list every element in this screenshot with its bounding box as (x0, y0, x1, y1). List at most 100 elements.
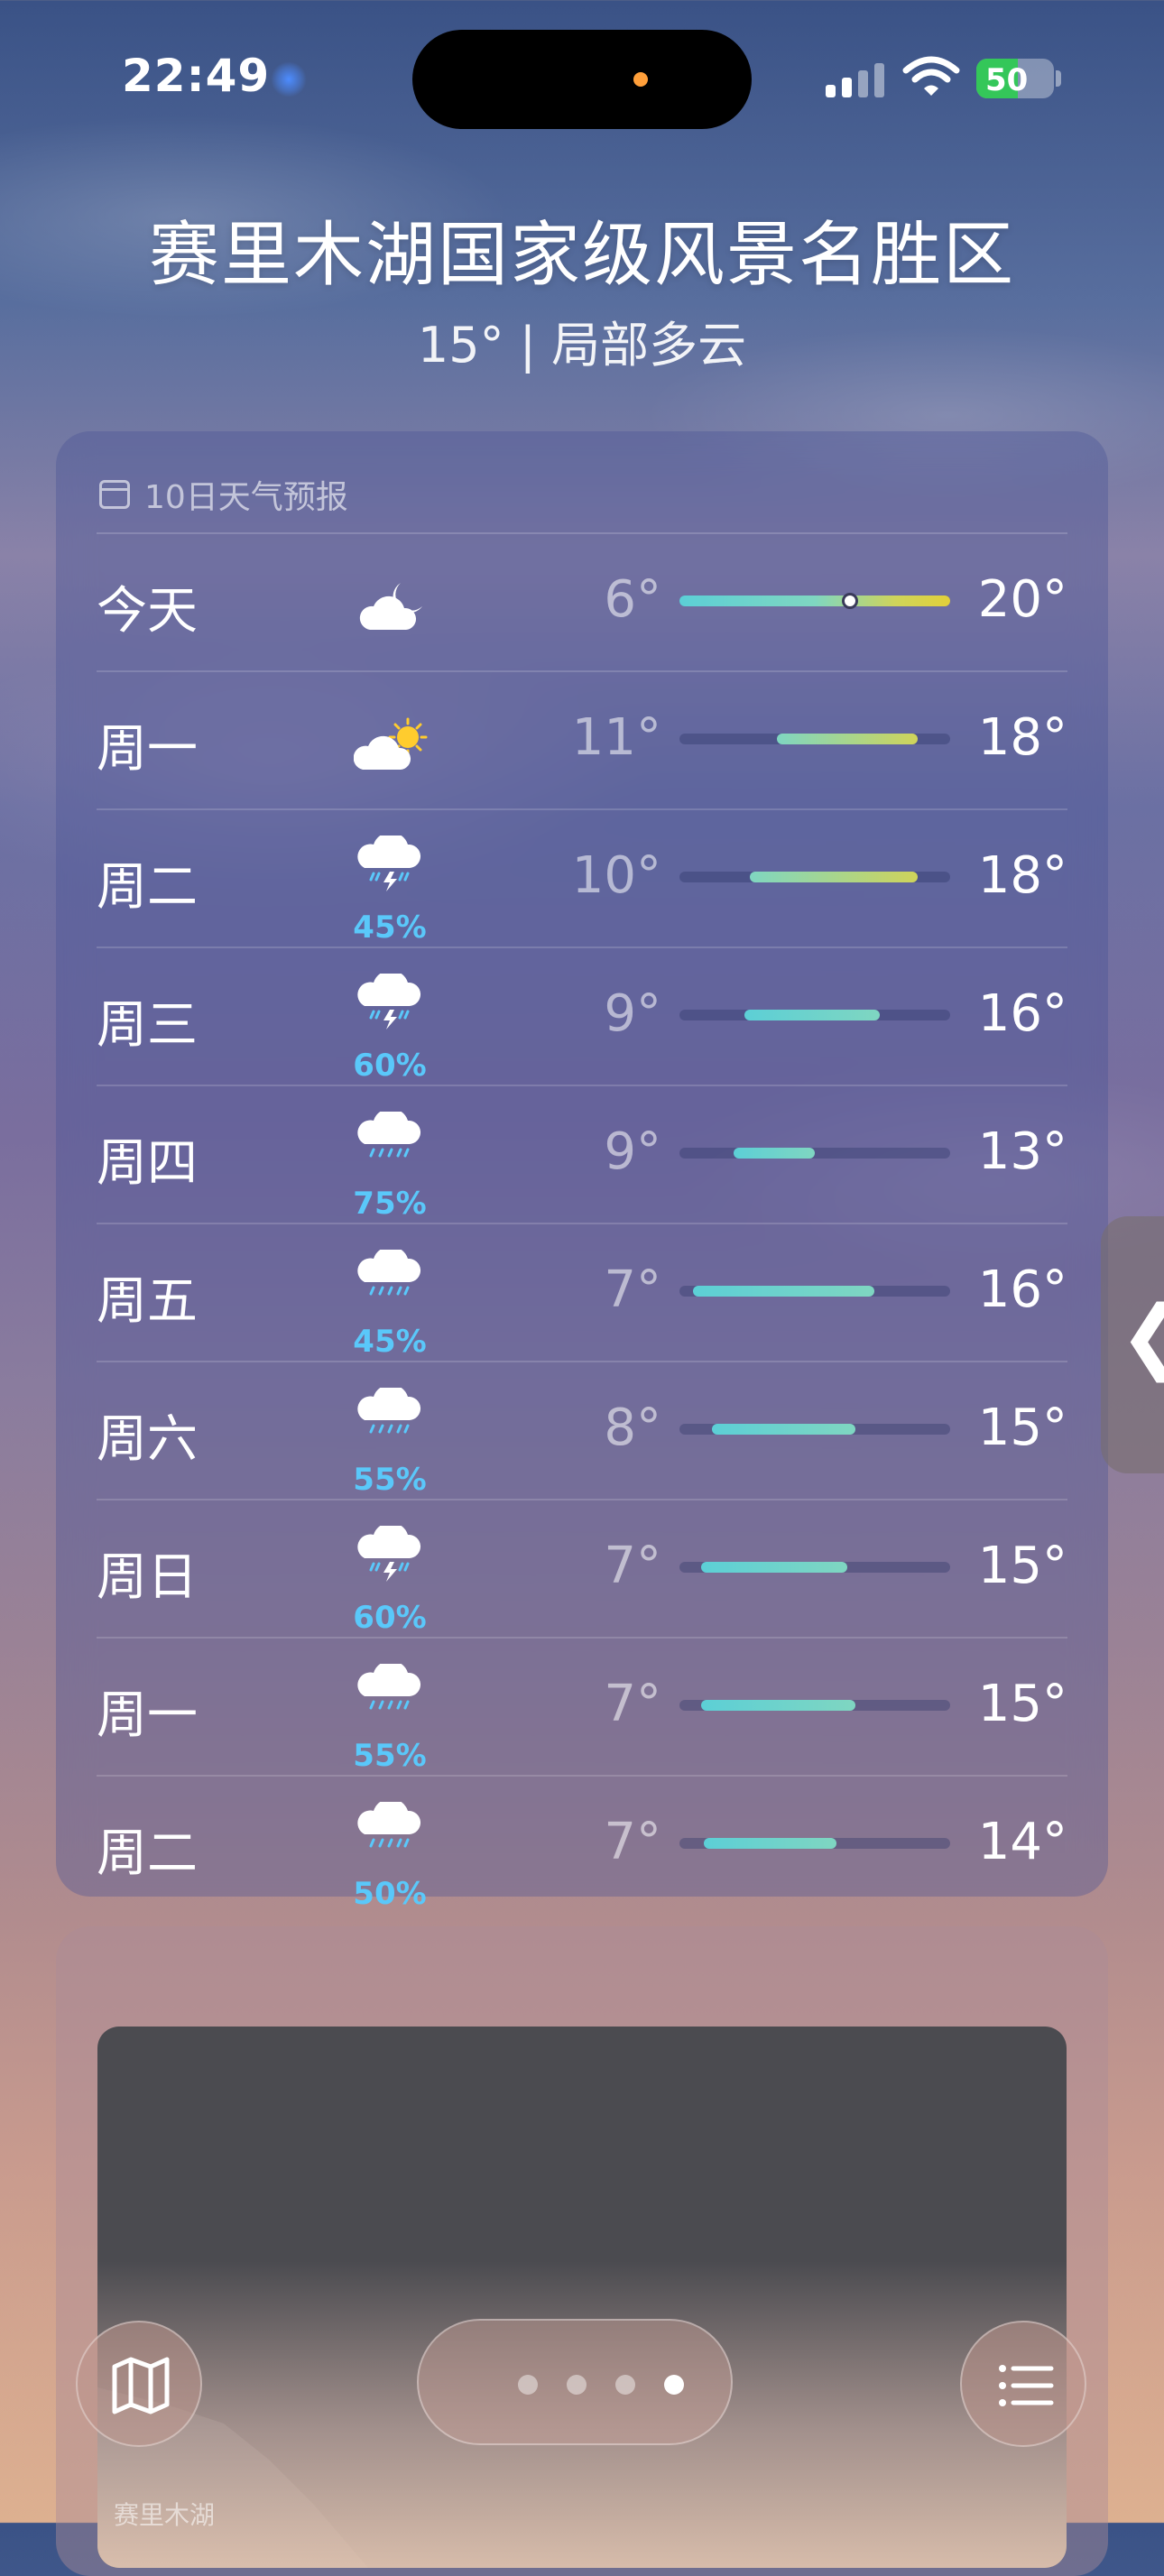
forecast-day: 周一 (97, 720, 198, 779)
temp-range-fill (744, 1010, 880, 1020)
map-preview[interactable]: 赛里木湖 (97, 2027, 1067, 2568)
high-temp: 20° (977, 570, 1067, 629)
temp-range-bar (679, 1838, 950, 1849)
forecast-day: 今天 (97, 582, 198, 641)
temp-range-bar (679, 1010, 950, 1020)
high-temp: 16° (977, 984, 1067, 1043)
low-temp: 6° (604, 570, 661, 629)
low-temp: 10° (571, 846, 661, 905)
side-drawer-handle[interactable]: ❮ (1101, 1216, 1164, 1473)
temp-range-bar (679, 872, 950, 882)
forecast-title: 10日天气预报 (144, 479, 348, 516)
temp-range-fill (701, 1562, 847, 1573)
forecast-header: 10日天气预报 (99, 458, 348, 531)
forecast-row[interactable]: 周一 11° 18° (97, 672, 1067, 810)
dynamic-island (412, 30, 752, 129)
forecast-row[interactable]: 周二 45% 10° 18° (97, 810, 1067, 948)
temp-range-fill (777, 734, 918, 744)
temp-range-bar (679, 734, 950, 744)
low-temp: 9° (604, 1122, 661, 1181)
forecast-row[interactable]: 周五 45% 7° 16° (97, 1224, 1067, 1362)
temp-range-bar (679, 1700, 950, 1711)
temp-range-fill (701, 1700, 855, 1711)
privacy-indicator-icon (633, 72, 648, 87)
wifi-icon (902, 56, 960, 96)
temp-range-fill (750, 872, 918, 882)
page-dot[interactable] (567, 2375, 587, 2395)
forecast-row[interactable]: 周六 55% 8° 15° (97, 1362, 1067, 1500)
precip-probability: 55% (353, 1462, 427, 1498)
rain-icon: 55% (331, 1657, 448, 1774)
list-icon (999, 2365, 1054, 2406)
forecast-day: 周二 (97, 858, 198, 917)
page-indicator[interactable] (417, 2319, 733, 2445)
battery-level: 50 (985, 62, 1029, 98)
high-temp: 15° (977, 1537, 1067, 1595)
temp-range-bar (679, 1286, 950, 1297)
low-temp: 9° (604, 984, 661, 1043)
temp-range-fill (734, 1148, 815, 1159)
location-title: 赛里木湖国家级风景名胜区 (148, 215, 1015, 296)
page-dot[interactable] (518, 2375, 538, 2395)
high-temp: 16° (977, 1260, 1067, 1319)
ten-day-forecast-card[interactable]: 10日天气预报 今天 6° 20° 周一 11° 18° 周二 45% 10° 18° 周三 60% 9… (56, 431, 1108, 1912)
thunderstorm-icon: 45% (331, 828, 448, 946)
current-temp-marker (842, 593, 858, 609)
status-bar: 22:49 50 (0, 0, 1164, 153)
rain-icon: 50% (331, 1795, 448, 1912)
battery-icon: 50 (976, 59, 1054, 98)
rain-icon: 45% (331, 1242, 448, 1360)
forecast-row[interactable]: 周日 60% 7° 15° (97, 1500, 1067, 1639)
precip-probability: 55% (353, 1738, 427, 1774)
high-temp: 14° (977, 1813, 1067, 1871)
forecast-day: 周五 (97, 1272, 198, 1331)
low-temp: 8° (604, 1399, 661, 1457)
forecast-day: 周四 (97, 1134, 198, 1193)
cellular-signal-icon (826, 61, 887, 97)
rain-icon: 55% (331, 1380, 448, 1498)
temp-range-fill (679, 596, 950, 606)
temp-range-bar (679, 1148, 950, 1159)
map-button[interactable] (76, 2321, 202, 2447)
forecast-day: 周一 (97, 1686, 198, 1745)
low-temp: 7° (604, 1813, 661, 1871)
status-time: 22:49 (122, 50, 271, 102)
thunderstorm-icon: 60% (331, 966, 448, 1084)
low-temp: 7° (604, 1537, 661, 1595)
current-summary: 15° | 局部多云 (417, 317, 747, 374)
cloud-sun-icon (331, 690, 448, 799)
high-temp: 15° (977, 1675, 1067, 1733)
forecast-day: 周二 (97, 1824, 198, 1883)
temp-range-bar (679, 1562, 950, 1573)
precip-probability: 50% (353, 1876, 427, 1912)
precip-probability: 45% (353, 909, 427, 946)
page-dot[interactable] (664, 2375, 684, 2395)
precip-probability: 60% (353, 1048, 427, 1084)
thunderstorm-icon: 60% (331, 1519, 448, 1636)
forecast-day: 周三 (97, 996, 198, 1055)
forecast-day: 周日 (97, 1548, 198, 1607)
rain-icon: 75% (331, 1104, 448, 1222)
low-temp: 7° (604, 1675, 661, 1733)
forecast-row[interactable]: 周一 55% 7° 15° (97, 1639, 1067, 1777)
forecast-row[interactable]: 周四 75% 9° 13° (97, 1086, 1067, 1224)
map-icon (112, 2357, 170, 2414)
forecast-list: 今天 6° 20° 周一 11° 18° 周二 45% 10° 18° 周三 60% 9° 16° 周四 75… (97, 534, 1067, 1913)
high-temp: 18° (977, 708, 1067, 767)
low-temp: 7° (604, 1260, 661, 1319)
location-active-icon (271, 61, 307, 97)
page-dot[interactable] (615, 2375, 635, 2395)
city-list-button[interactable] (960, 2321, 1086, 2447)
temp-range-bar (679, 1424, 950, 1435)
calendar-icon (99, 480, 130, 509)
high-temp: 15° (977, 1399, 1067, 1457)
forecast-row[interactable]: 今天 6° 20° (97, 534, 1067, 672)
chevron-left-icon: ❮ (1119, 1288, 1164, 1383)
cloud-moon-icon (331, 552, 448, 660)
forecast-row[interactable]: 周三 60% 9° 16° (97, 948, 1067, 1086)
map-location-label: 赛里木湖 (114, 2500, 216, 2530)
precip-probability: 60% (353, 1600, 427, 1636)
temp-range-fill (712, 1424, 855, 1435)
temp-range-bar (679, 593, 950, 609)
forecast-row[interactable]: 周二 50% 7° 14° (97, 1777, 1067, 1913)
